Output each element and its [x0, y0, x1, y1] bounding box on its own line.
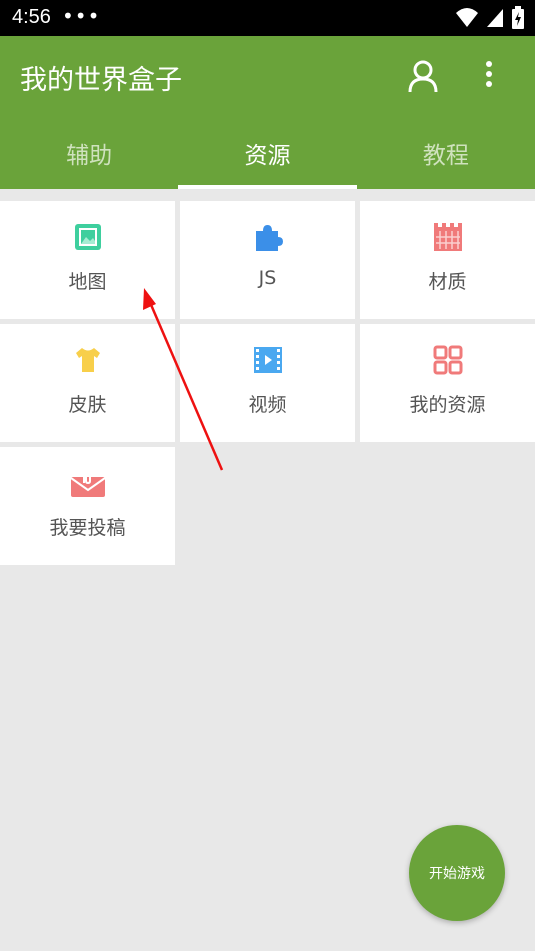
tile-my-resources[interactable]: 我的资源 [360, 324, 535, 442]
tile-label: 材质 [428, 271, 467, 293]
status-icons [455, 6, 525, 30]
tile-label: 我要投稿 [49, 517, 126, 539]
profile-icon [408, 60, 438, 93]
film-icon [253, 347, 282, 373]
tab-bar: 辅助 资源 教程 [0, 124, 535, 189]
puzzle-icon [255, 225, 283, 251]
app-title: 我的世界盒子 [20, 65, 182, 96]
start-game-button[interactable]: 开始游戏 [409, 825, 505, 921]
tile-js[interactable]: JS [180, 201, 355, 319]
tile-texture[interactable]: 材质 [360, 201, 535, 319]
tile-submit[interactable]: 我要投稿 [0, 447, 175, 565]
signal-icon [487, 9, 503, 27]
wifi-icon [456, 8, 478, 27]
status-bar: 4:56 ••• [0, 0, 535, 36]
tab-tutorials[interactable]: 教程 [357, 124, 535, 189]
grid-icon [433, 345, 462, 375]
tab-assist[interactable]: 辅助 [0, 124, 178, 189]
tile-skin[interactable]: 皮肤 [0, 324, 175, 442]
tile-label: 视频 [248, 394, 287, 416]
more-vert-icon [486, 61, 492, 87]
start-game-label: 开始游戏 [429, 866, 485, 882]
status-time: 4:56 [12, 6, 51, 28]
envelope-clip-icon [69, 467, 106, 497]
app-bar: 我的世界盒子 辅助 资源 教程 [0, 36, 535, 189]
tile-label: 皮肤 [68, 394, 107, 416]
more-options-button[interactable] [477, 58, 501, 94]
tile-map[interactable]: 地图 [0, 201, 175, 319]
texture-icon [433, 223, 462, 251]
tshirt-icon [75, 348, 100, 372]
battery-charging-icon [512, 6, 524, 29]
tab-resources[interactable]: 资源 [178, 124, 357, 189]
notification-dots: ••• [62, 4, 101, 28]
tile-label: JS [258, 267, 277, 289]
map-image-icon [74, 224, 101, 250]
tile-label: 地图 [68, 271, 107, 293]
tile-video[interactable]: 视频 [180, 324, 355, 442]
profile-button[interactable] [405, 58, 441, 94]
tile-label: 我的资源 [409, 394, 486, 416]
